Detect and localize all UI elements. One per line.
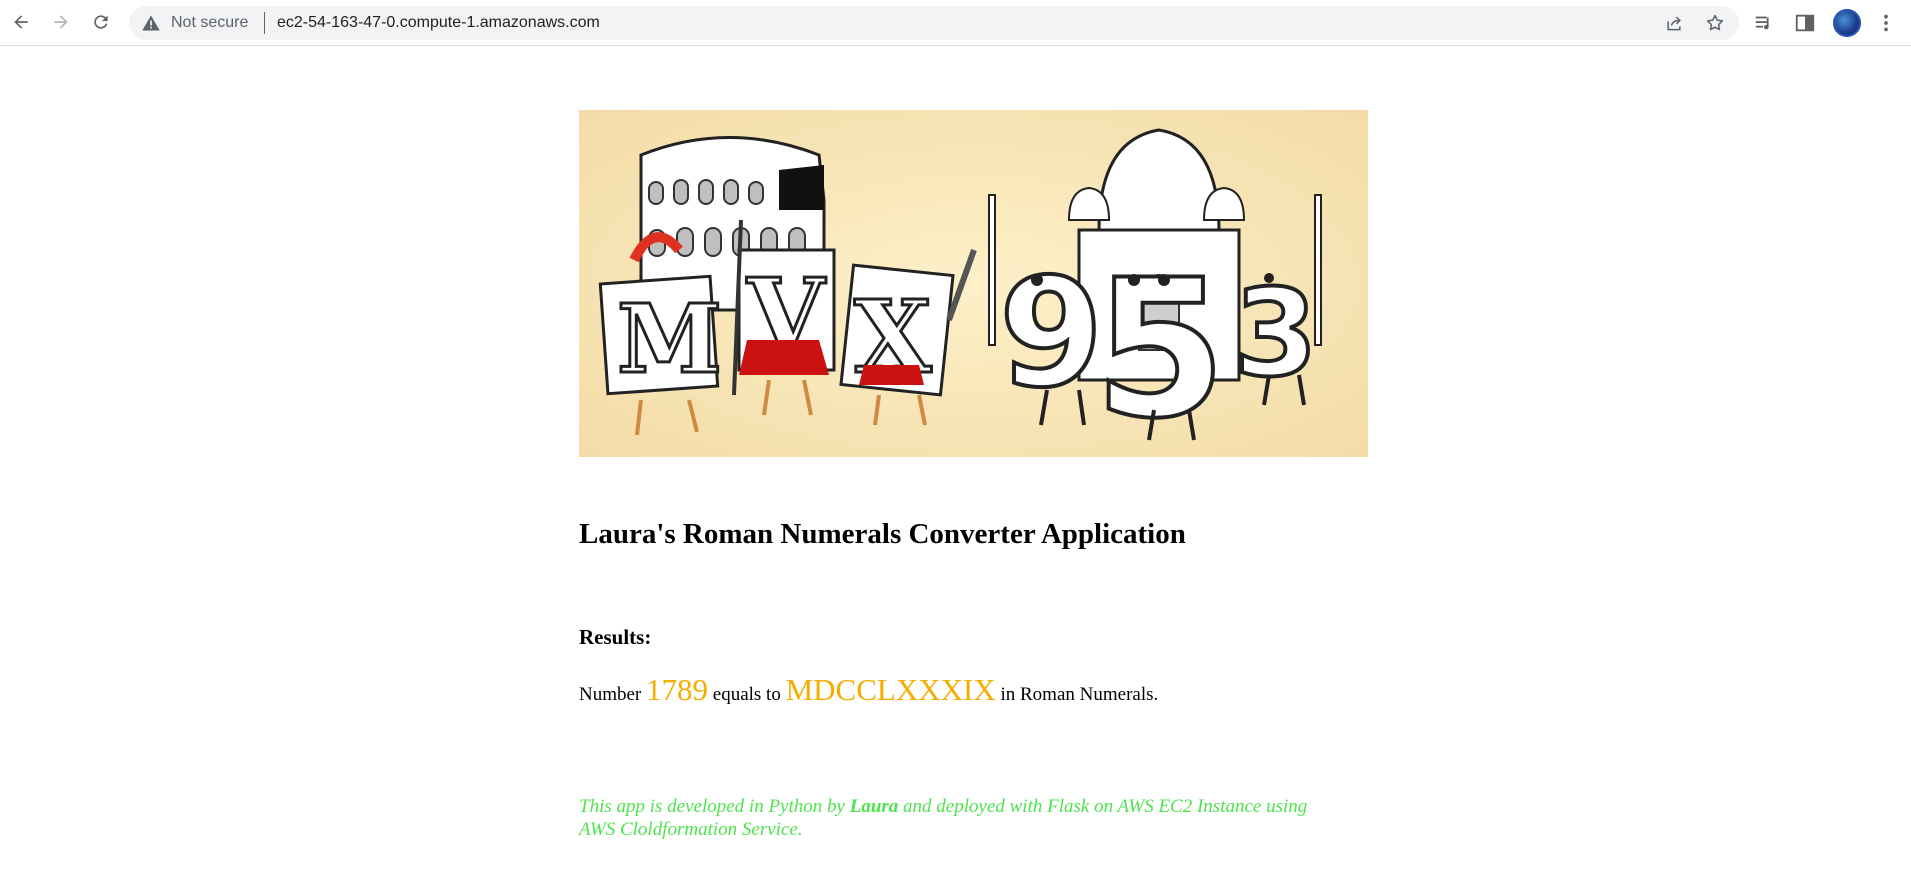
result-middle: equals to (712, 684, 781, 705)
svg-text:3: 3 (1234, 265, 1318, 404)
profile-avatar[interactable] (1833, 9, 1861, 37)
svg-text:5: 5 (1094, 239, 1226, 457)
page-title: Laura's Roman Numerals Converter Applica… (579, 518, 1186, 550)
forward-button[interactable] (46, 7, 76, 37)
bookmark-star-icon[interactable] (1705, 13, 1725, 33)
browser-toolbar: Not secure ec2-54-163-47-0.compute-1.ama… (0, 0, 1911, 46)
svg-text:9: 9 (999, 247, 1103, 421)
address-separator (264, 12, 265, 34)
result-suffix: in Roman Numerals. (1000, 684, 1159, 705)
roman-numeral-result: MDCCLXXXIX (785, 672, 996, 707)
side-panel-icon[interactable] (1794, 12, 1816, 34)
back-button[interactable] (6, 7, 36, 37)
footer-author: Laura (849, 796, 899, 817)
results-heading: Results: (579, 625, 652, 649)
share-icon[interactable] (1664, 13, 1684, 33)
footer-text-1: This app is developed in Python by (579, 796, 845, 817)
banner-image: M V X 9 5 3 (579, 110, 1368, 457)
result-prefix: Number (579, 684, 642, 705)
svg-text:M: M (617, 284, 722, 395)
warning-icon (142, 15, 160, 31)
more-menu-icon[interactable] (1875, 12, 1897, 34)
address-bar[interactable]: Not secure ec2-54-163-47-0.compute-1.ama… (129, 6, 1739, 40)
footer-note: This app is developed in Python by Laura… (579, 795, 1339, 841)
result-sentence: Number 1789 equals to MDCCLXXXIX in Roma… (579, 672, 1158, 708)
reload-button[interactable] (86, 7, 116, 37)
back-arrow-icon (14, 15, 28, 29)
roman-arabic-numerals-illustration: M V X 9 5 3 (579, 110, 1368, 457)
forward-arrow-icon (54, 15, 68, 29)
security-label[interactable]: Not secure (171, 14, 248, 32)
input-number: 1789 (646, 672, 709, 707)
url-text[interactable]: ec2-54-163-47-0.compute-1.amazonaws.com (277, 14, 600, 32)
reload-icon (94, 15, 108, 29)
media-queue-icon[interactable] (1753, 12, 1775, 34)
